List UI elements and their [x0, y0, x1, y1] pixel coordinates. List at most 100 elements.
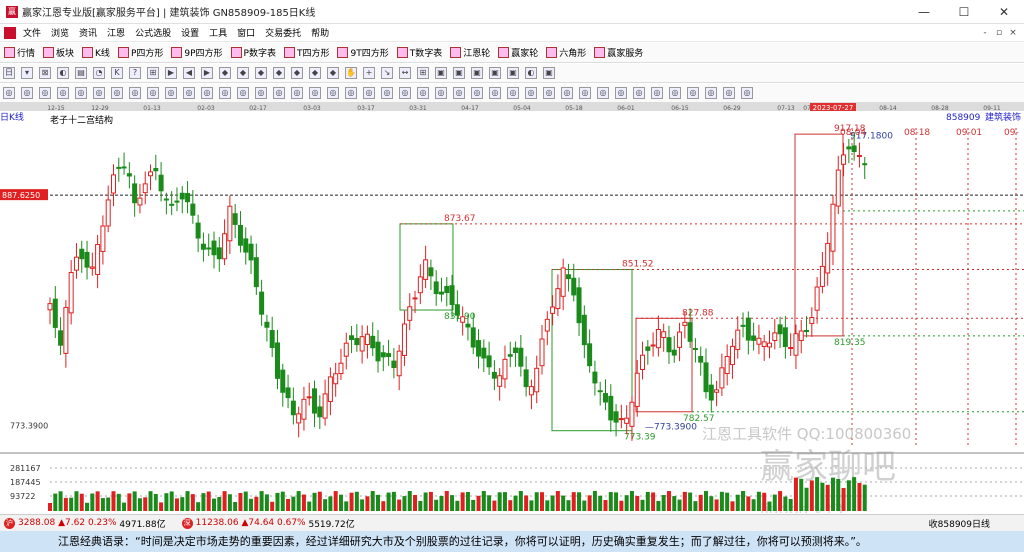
chart-tool-icon-29[interactable]: ◎ — [525, 87, 537, 99]
draw-tool-icon-30[interactable]: ▣ — [543, 67, 555, 79]
toolbar-btn-11[interactable]: 六角形 — [546, 46, 586, 59]
toolbar-btn-10[interactable]: 赢家轮 — [498, 46, 538, 59]
maximize-button[interactable]: ☐ — [944, 0, 984, 24]
draw-tool-icon-5[interactable]: ◔ — [93, 67, 105, 79]
draw-tool-icon-3[interactable]: ◐ — [57, 67, 69, 79]
draw-tool-icon-4[interactable]: ▤ — [75, 67, 87, 79]
menu-trade[interactable]: 交易委托 — [260, 26, 306, 39]
toolbar-btn-9[interactable]: 江恩轮 — [450, 46, 490, 59]
toolbar-btn-3[interactable]: P四方形 — [117, 46, 163, 59]
draw-tool-icon-6[interactable]: K — [111, 67, 123, 79]
menu-gann[interactable]: 江恩 — [102, 26, 130, 39]
draw-tool-icon-16[interactable]: ◆ — [291, 67, 303, 79]
toolbar-btn-0[interactable]: 行情 — [4, 46, 35, 59]
menu-file[interactable]: 文件 — [18, 26, 46, 39]
chart-tool-icon-21[interactable]: ◎ — [381, 87, 393, 99]
draw-tool-icon-2[interactable]: ⊠ — [39, 67, 51, 79]
kline-chart-svg[interactable]: 12-15 12-29 01-13 02-03 02-17 03-03 03-17 03-31… — [0, 103, 1024, 519]
chart-tool-icon-22[interactable]: ◎ — [399, 87, 411, 99]
draw-tool-icon-25[interactable]: ▣ — [453, 67, 465, 79]
chart-tool-icon-14[interactable]: ◎ — [255, 87, 267, 99]
minimize-button[interactable]: — — [904, 0, 944, 24]
menu-formula[interactable]: 公式选股 — [130, 26, 176, 39]
draw-tool-icon-22[interactable]: ↔ — [399, 67, 411, 79]
chart-tool-icon-32[interactable]: ◎ — [579, 87, 591, 99]
chart-tool-icon-26[interactable]: ◎ — [471, 87, 483, 99]
chart-tool-icon-5[interactable]: ◎ — [93, 87, 105, 99]
draw-tool-icon-9[interactable]: ▶ — [165, 67, 177, 79]
draw-tool-icon-27[interactable]: ▣ — [489, 67, 501, 79]
chart-tool-icon-23[interactable]: ◎ — [417, 87, 429, 99]
close-button[interactable]: ✕ — [984, 0, 1024, 24]
menu-window[interactable]: 窗口 — [232, 26, 260, 39]
menu-browse[interactable]: 浏览 — [46, 26, 74, 39]
chart-tool-icon-27[interactable]: ◎ — [489, 87, 501, 99]
draw-tool-icon-0[interactable]: 日 — [3, 67, 15, 79]
draw-tool-icon-15[interactable]: ◆ — [273, 67, 285, 79]
draw-tool-icon-8[interactable]: ⊞ — [147, 67, 159, 79]
chart-tool-icon-33[interactable]: ◎ — [597, 87, 609, 99]
mdi-restore-button[interactable]: ▫ — [992, 24, 1006, 42]
chart-tool-icon-15[interactable]: ◎ — [273, 87, 285, 99]
chart-tool-icon-31[interactable]: ◎ — [561, 87, 573, 99]
chart-tool-icon-20[interactable]: ◎ — [363, 87, 375, 99]
draw-tool-icon-7[interactable]: ? — [129, 67, 141, 79]
chart-tool-icon-0[interactable]: ◎ — [3, 87, 15, 99]
draw-tool-icon-23[interactable]: ⊞ — [417, 67, 429, 79]
menu-tools[interactable]: 工具 — [204, 26, 232, 39]
menu-help[interactable]: 帮助 — [306, 26, 334, 39]
menu-settings[interactable]: 设置 — [176, 26, 204, 39]
chart-tool-icon-25[interactable]: ◎ — [453, 87, 465, 99]
toolbar-btn-8[interactable]: T数字表 — [396, 46, 442, 59]
toolbar-btn-5[interactable]: P数字表 — [230, 46, 276, 59]
chart-tool-icon-19[interactable]: ◎ — [345, 87, 357, 99]
draw-tool-icon-14[interactable]: ◆ — [255, 67, 267, 79]
draw-tool-icon-18[interactable]: ◆ — [327, 67, 339, 79]
draw-tool-icon-29[interactable]: ◐ — [525, 67, 537, 79]
chart-tool-icon-8[interactable]: ◎ — [147, 87, 159, 99]
draw-tool-icon-13[interactable]: ◆ — [237, 67, 249, 79]
chart-tool-icon-13[interactable]: ◎ — [237, 87, 249, 99]
chart-tool-icon-37[interactable]: ◎ — [669, 87, 681, 99]
chart-tool-icon-12[interactable]: ◎ — [219, 87, 231, 99]
toolbar-btn-4[interactable]: 9P四方形 — [171, 46, 223, 59]
chart-tool-icon-34[interactable]: ◎ — [615, 87, 627, 99]
chart-tool-icon-16[interactable]: ◎ — [291, 87, 303, 99]
chart-tool-icon-7[interactable]: ◎ — [129, 87, 141, 99]
menu-news[interactable]: 资讯 — [74, 26, 102, 39]
toolbar-btn-2[interactable]: K线 — [82, 46, 110, 59]
draw-tool-icon-17[interactable]: ◆ — [309, 67, 321, 79]
chart-tool-icon-6[interactable]: ◎ — [111, 87, 123, 99]
chart-tool-icon-18[interactable]: ◎ — [327, 87, 339, 99]
chart-tool-icon-1[interactable]: ◎ — [21, 87, 33, 99]
chart-tool-icon-3[interactable]: ◎ — [57, 87, 69, 99]
chart-tool-icon-30[interactable]: ◎ — [543, 87, 555, 99]
toolbar-btn-1[interactable]: 板块 — [43, 46, 74, 59]
toolbar-btn-12[interactable]: 赢家服务 — [594, 46, 643, 59]
chart-tool-icon-41[interactable]: ◎ — [741, 87, 753, 99]
draw-tool-icon-26[interactable]: ▣ — [471, 67, 483, 79]
chart-tool-icon-10[interactable]: ◎ — [183, 87, 195, 99]
chart-tool-icon-24[interactable]: ◎ — [435, 87, 447, 99]
draw-tool-icon-12[interactable]: ◆ — [219, 67, 231, 79]
mdi-minimize-button[interactable]: - — [978, 24, 992, 42]
chart-tool-icon-38[interactable]: ◎ — [687, 87, 699, 99]
draw-tool-icon-20[interactable]: + — [363, 67, 375, 79]
toolbar-btn-6[interactable]: T四方形 — [283, 46, 329, 59]
draw-tool-icon-1[interactable]: ▾ — [21, 67, 33, 79]
mdi-close-button[interactable]: × — [1006, 24, 1020, 42]
chart-tool-icon-39[interactable]: ◎ — [705, 87, 717, 99]
chart-tool-icon-2[interactable]: ◎ — [39, 87, 51, 99]
chart-tool-icon-9[interactable]: ◎ — [165, 87, 177, 99]
draw-tool-icon-10[interactable]: ◀ — [183, 67, 195, 79]
draw-tool-icon-11[interactable]: ▶ — [201, 67, 213, 79]
draw-tool-icon-19[interactable]: ✋ — [345, 67, 357, 79]
chart-tool-icon-11[interactable]: ◎ — [201, 87, 213, 99]
chart-tool-icon-17[interactable]: ◎ — [309, 87, 321, 99]
chart-tool-icon-40[interactable]: ◎ — [723, 87, 735, 99]
chart-tool-icon-36[interactable]: ◎ — [651, 87, 663, 99]
chart-tool-icon-4[interactable]: ◎ — [75, 87, 87, 99]
chart-tool-icon-28[interactable]: ◎ — [507, 87, 519, 99]
sh-index[interactable]: 沪 3288.08 ▲ 7.62 0.23% 4971.88亿 — [0, 517, 166, 530]
toolbar-btn-7[interactable]: 9T四方形 — [337, 46, 389, 59]
